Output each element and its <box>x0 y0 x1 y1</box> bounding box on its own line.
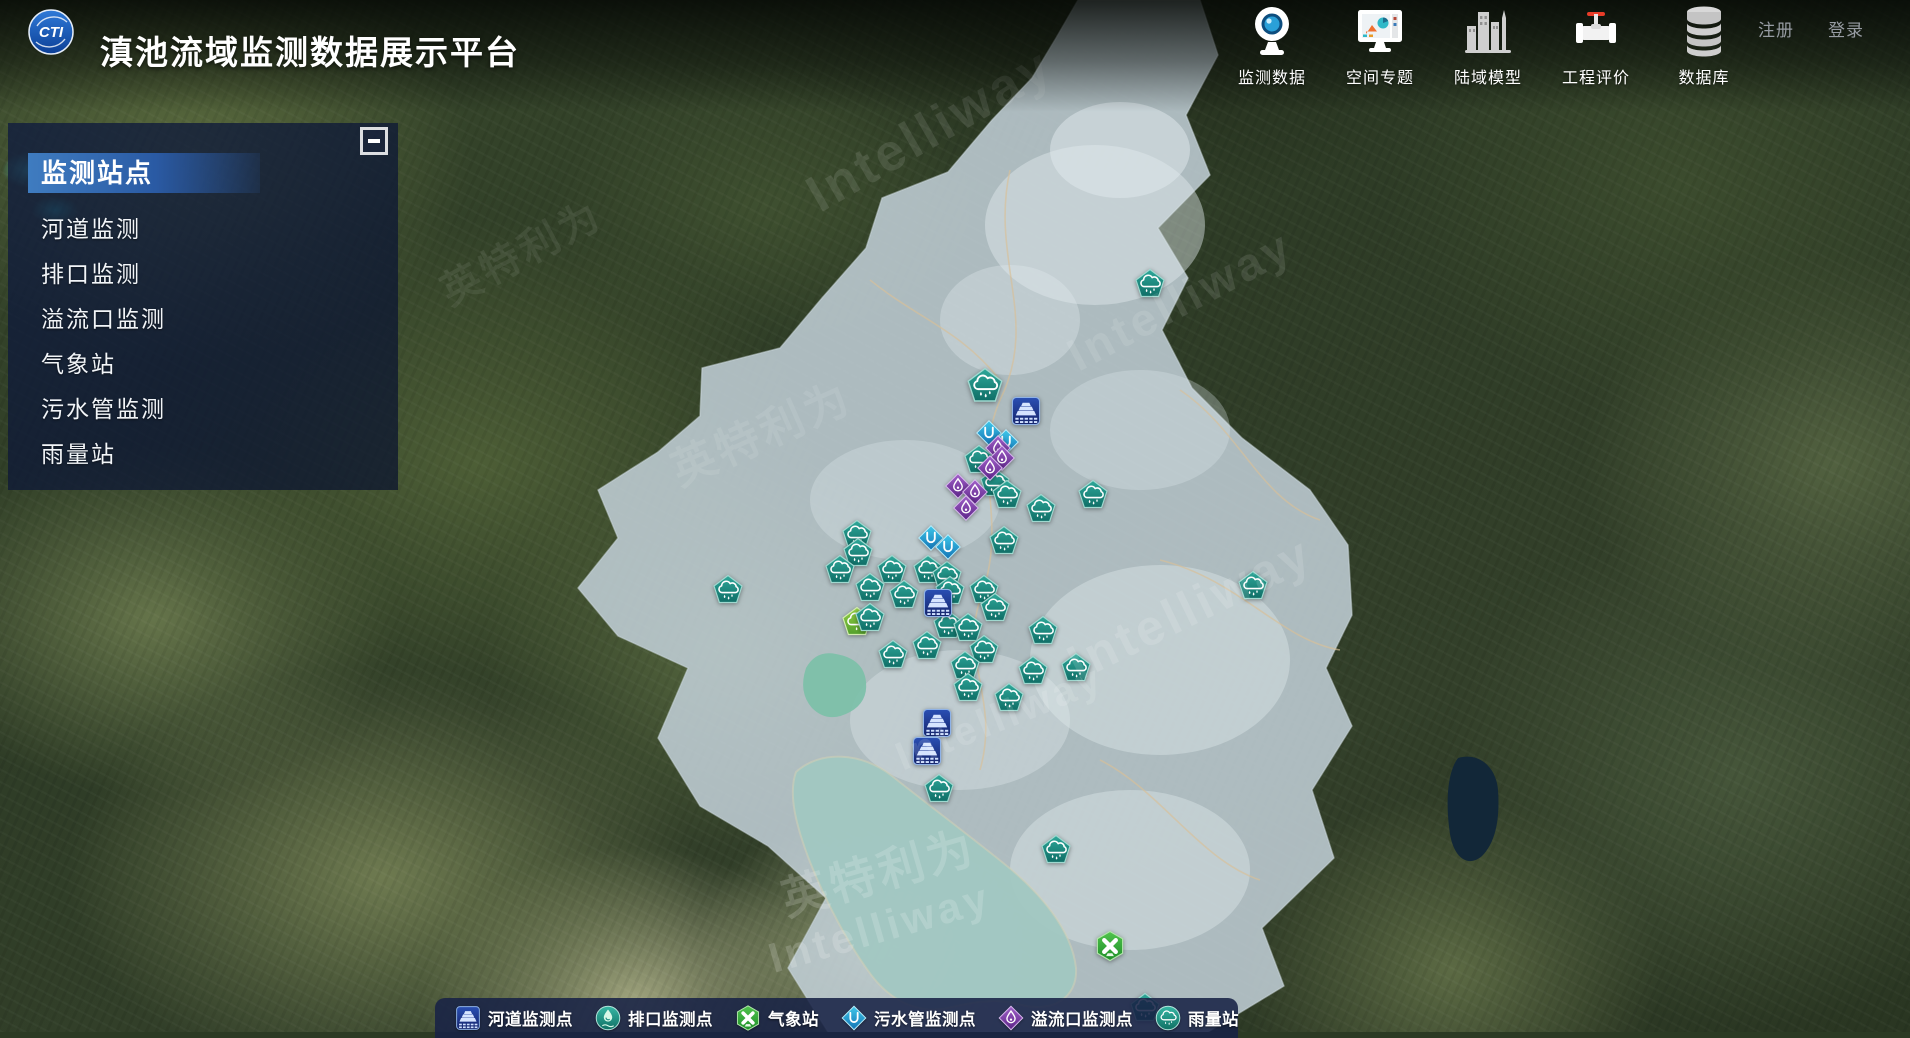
legend-label: 气象站 <box>768 1006 819 1030</box>
nav-label: 数据库 <box>1678 64 1729 88</box>
sidebar-item-weather[interactable]: 气象站 <box>41 342 398 387</box>
marker-rain[interactable] <box>911 630 943 662</box>
auth-links: 注册 登录 <box>1758 16 1864 41</box>
marker-rain[interactable] <box>1060 652 1092 684</box>
overflow-station-icon <box>998 1005 1024 1031</box>
legend-rain[interactable]: 雨量站 <box>1155 1005 1239 1031</box>
city-buildings-icon <box>1462 4 1514 62</box>
marker-rain[interactable] <box>854 572 886 604</box>
legend-label: 溢流口监测点 <box>1031 1006 1133 1030</box>
nav-label: 工程评价 <box>1562 64 1630 88</box>
marker-river[interactable] <box>1011 395 1042 427</box>
nav-spatial-theme[interactable]: 空间专题 <box>1326 4 1434 88</box>
login-link[interactable]: 登录 <box>1828 16 1864 41</box>
svg-text:CTI: CTI <box>39 24 64 41</box>
sewage-station-icon <box>841 1005 867 1031</box>
legend-sewage[interactable]: 污水管监测点 <box>841 1005 976 1031</box>
marker-river[interactable] <box>923 587 954 619</box>
legend-outlet[interactable]: 排口监测点 <box>595 1005 713 1031</box>
marker-rain[interactable] <box>824 554 856 586</box>
nav-monitoring-data[interactable]: 监测数据 <box>1218 4 1326 88</box>
legend-overflow[interactable]: 溢流口监测点 <box>998 1005 1133 1031</box>
marker-overflow[interactable] <box>977 455 1004 482</box>
marker-rain[interactable] <box>877 639 909 671</box>
marker-sewage[interactable] <box>935 534 962 561</box>
legend-weather[interactable]: 气象站 <box>735 1005 819 1031</box>
monitoring-stations-panel: 监测站点 河道监测 排口监测 溢流口监测 气象站 污水管监测 雨量站 <box>8 123 398 490</box>
minus-icon <box>368 139 380 143</box>
nav-database[interactable]: 数据库 <box>1650 4 1758 88</box>
marker-rain[interactable] <box>1077 479 1109 511</box>
marker-rain[interactable] <box>1134 268 1166 300</box>
nav-land-model[interactable]: 陆域模型 <box>1434 4 1542 88</box>
station-type-list: 河道监测 排口监测 溢流口监测 气象站 污水管监测 雨量站 <box>8 207 398 477</box>
marker-rain[interactable] <box>888 579 920 611</box>
legend-label: 河道监测点 <box>488 1006 573 1030</box>
webcam-icon <box>1246 4 1298 62</box>
marker-rain[interactable] <box>991 479 1023 511</box>
marker-rain[interactable] <box>952 672 984 704</box>
sidebar-item-overflow[interactable]: 溢流口监测 <box>41 297 398 342</box>
marker-weather[interactable] <box>1095 930 1126 963</box>
rain-station-icon <box>1155 1005 1181 1031</box>
outlet-station-icon <box>595 1005 621 1031</box>
panel-title: 监测站点 <box>28 153 260 193</box>
main-nav: 监测数据 空间专题 <box>1218 4 1758 88</box>
legend-label: 污水管监测点 <box>874 1006 976 1030</box>
marker-rain[interactable] <box>923 773 955 805</box>
river-station-icon <box>455 1005 481 1031</box>
marker-rain[interactable] <box>1025 493 1057 525</box>
marker-rain[interactable] <box>854 602 886 634</box>
nav-label: 陆域模型 <box>1454 64 1522 88</box>
weather-station-icon <box>735 1005 761 1031</box>
sidebar-item-rain[interactable]: 雨量站 <box>41 432 398 477</box>
legend-label: 排口监测点 <box>628 1006 713 1030</box>
marker-rain[interactable] <box>993 682 1025 714</box>
page-title: 滇池流域监测数据展示平台 <box>100 26 520 74</box>
marker-overflow[interactable] <box>953 495 980 522</box>
marker-rain[interactable] <box>712 574 744 606</box>
sidebar-item-river[interactable]: 河道监测 <box>41 207 398 252</box>
app-logo-icon: CTI <box>27 8 75 56</box>
marker-rain[interactable] <box>988 525 1020 557</box>
marker-rain[interactable] <box>1027 615 1059 647</box>
marker-rain[interactable] <box>1040 834 1072 866</box>
monitor-chart-icon <box>1354 4 1406 62</box>
nav-project-evaluation[interactable]: 工程评价 <box>1542 4 1650 88</box>
nav-label: 空间专题 <box>1346 64 1414 88</box>
pipe-valve-icon <box>1570 4 1622 62</box>
database-icon <box>1678 4 1730 62</box>
sidebar-item-sewage[interactable]: 污水管监测 <box>41 387 398 432</box>
sidebar-item-outlet[interactable]: 排口监测 <box>41 252 398 297</box>
marker-rain[interactable] <box>966 367 1004 405</box>
map-legend: 河道监测点 排口监测点 气象站 污水管监测点 溢流口监测点 雨量站 <box>435 998 1238 1038</box>
legend-label: 雨量站 <box>1188 1006 1239 1030</box>
marker-river[interactable] <box>912 735 943 767</box>
panel-minimize-button[interactable] <box>360 127 388 155</box>
nav-label: 监测数据 <box>1238 64 1306 88</box>
register-link[interactable]: 注册 <box>1758 16 1794 41</box>
marker-rain[interactable] <box>1237 570 1269 602</box>
legend-river[interactable]: 河道监测点 <box>455 1005 573 1031</box>
